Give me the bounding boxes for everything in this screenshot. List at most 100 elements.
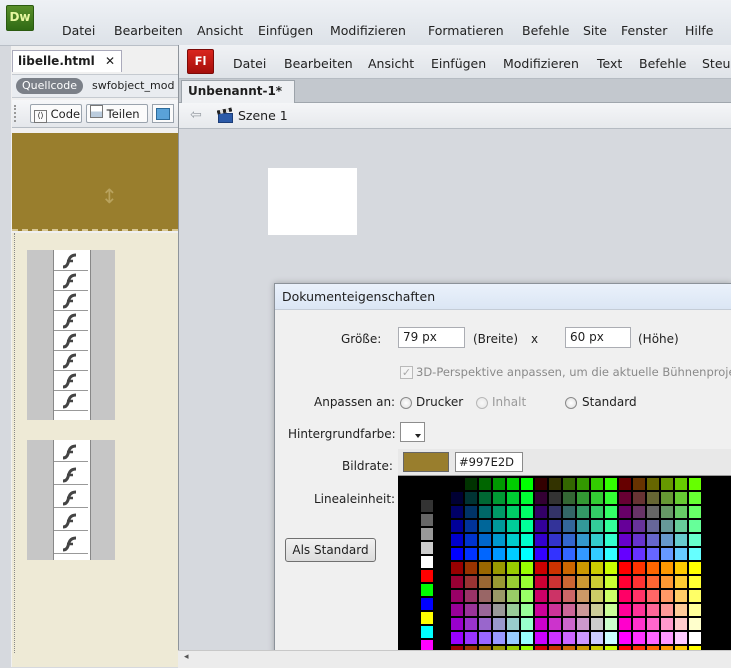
- swatch-cell[interactable]: [420, 569, 434, 583]
- flash-placeholder-icon[interactable]: [54, 489, 88, 508]
- swatch-cell[interactable]: [660, 505, 674, 519]
- swatch-cell[interactable]: [420, 611, 434, 625]
- swatch-cell[interactable]: [464, 505, 478, 519]
- dw-document-tab[interactable]: libelle.html ✕: [12, 50, 122, 72]
- swatch-cell[interactable]: [450, 519, 464, 533]
- swatch-cell[interactable]: [548, 533, 562, 547]
- swatch-cell[interactable]: [506, 589, 520, 603]
- swatch-cell[interactable]: [450, 631, 464, 645]
- swatch-cell[interactable]: [492, 603, 506, 617]
- swatch-cell[interactable]: [534, 519, 548, 533]
- swatch-cell[interactable]: [674, 533, 688, 547]
- swatch-cell[interactable]: [576, 491, 590, 505]
- swatch-cell[interactable]: [562, 631, 576, 645]
- swatch-cell[interactable]: [604, 477, 618, 491]
- flash-placeholder-icon[interactable]: [54, 272, 88, 291]
- swatch-cell[interactable]: [618, 533, 632, 547]
- fl-menu-bearbeiten[interactable]: Bearbeiten: [284, 56, 353, 71]
- swatch-cell[interactable]: [604, 603, 618, 617]
- swatch-cell[interactable]: [506, 477, 520, 491]
- swatch-cell[interactable]: [646, 561, 660, 575]
- swatch-cell[interactable]: [618, 561, 632, 575]
- dw-menu-fenster[interactable]: Fenster: [621, 23, 667, 38]
- swatch-cell[interactable]: [548, 547, 562, 561]
- swatch-cell[interactable]: [674, 575, 688, 589]
- swatch-cell[interactable]: [688, 603, 702, 617]
- swatch-cell[interactable]: [576, 477, 590, 491]
- swatch-cell[interactable]: [590, 477, 604, 491]
- swatch-cell[interactable]: [632, 477, 646, 491]
- swatch-cell[interactable]: [688, 519, 702, 533]
- swatch-cell[interactable]: [464, 617, 478, 631]
- swatch-cell[interactable]: [450, 547, 464, 561]
- swatch-cell[interactable]: [688, 477, 702, 491]
- swatch-cell[interactable]: [674, 617, 688, 631]
- swatch-cell[interactable]: [646, 519, 660, 533]
- split-view-button[interactable]: Teilen: [86, 104, 148, 123]
- flash-placeholder-icon[interactable]: [54, 332, 88, 351]
- swatch-cell[interactable]: [520, 519, 534, 533]
- swatch-cell[interactable]: [450, 603, 464, 617]
- swatch-cell[interactable]: [548, 477, 562, 491]
- swatch-cell[interactable]: [506, 631, 520, 645]
- swatch-cell[interactable]: [520, 589, 534, 603]
- swatch-cell[interactable]: [492, 575, 506, 589]
- swatch-cell[interactable]: [548, 491, 562, 505]
- swatch-cell[interactable]: [506, 617, 520, 631]
- flash-placeholder-icon[interactable]: [54, 535, 88, 554]
- swatch-cell[interactable]: [520, 491, 534, 505]
- swatch-cell[interactable]: [604, 491, 618, 505]
- swatch-cell[interactable]: [548, 603, 562, 617]
- swatch-cell[interactable]: [548, 631, 562, 645]
- flash-placeholder-icon[interactable]: [54, 443, 88, 462]
- swatch-cell[interactable]: [520, 603, 534, 617]
- swatch-cell[interactable]: [674, 519, 688, 533]
- swatch-cell[interactable]: [492, 589, 506, 603]
- code-view-button[interactable]: ⟨⟩ Code: [30, 104, 82, 123]
- swatch-cell[interactable]: [402, 513, 416, 527]
- swatch-cell[interactable]: [534, 603, 548, 617]
- swatch-cell[interactable]: [548, 617, 562, 631]
- swatch-cell[interactable]: [464, 477, 478, 491]
- fl-menu-datei[interactable]: Datei: [233, 56, 266, 71]
- swatch-cell[interactable]: [562, 617, 576, 631]
- swatch-cell[interactable]: [590, 505, 604, 519]
- swatch-cell[interactable]: [688, 547, 702, 561]
- swatch-cell[interactable]: [450, 477, 464, 491]
- swatch-cell[interactable]: [492, 491, 506, 505]
- swatch-cell[interactable]: [402, 527, 416, 541]
- swatch-cell[interactable]: [604, 519, 618, 533]
- swatch-cell[interactable]: [420, 597, 434, 611]
- swatch-cell[interactable]: [534, 575, 548, 589]
- swatch-cell[interactable]: [618, 603, 632, 617]
- swatch-cell[interactable]: [660, 617, 674, 631]
- swatch-cell[interactable]: [576, 547, 590, 561]
- swatch-cell[interactable]: [632, 491, 646, 505]
- swatch-cell[interactable]: [450, 589, 464, 603]
- swatch-cell[interactable]: [576, 589, 590, 603]
- swatch-cell[interactable]: [402, 541, 416, 555]
- swatch-cell[interactable]: [576, 533, 590, 547]
- swatch-cell[interactable]: [688, 533, 702, 547]
- swatch-cell[interactable]: [534, 477, 548, 491]
- swatch-cell[interactable]: [492, 561, 506, 575]
- swatch-cell[interactable]: [618, 631, 632, 645]
- swatch-cell[interactable]: [674, 561, 688, 575]
- swatch-cell[interactable]: [576, 561, 590, 575]
- radio-drucker-label[interactable]: Drucker: [416, 395, 463, 409]
- swatch-cell[interactable]: [618, 575, 632, 589]
- fl-menu-text[interactable]: Text: [597, 56, 622, 71]
- swatch-cell[interactable]: [646, 491, 660, 505]
- swatch-cell[interactable]: [590, 575, 604, 589]
- swatch-cell[interactable]: [464, 547, 478, 561]
- swatch-cell[interactable]: [660, 603, 674, 617]
- swatch-cell[interactable]: [562, 505, 576, 519]
- swatch-cell[interactable]: [520, 547, 534, 561]
- swatch-cell[interactable]: [506, 603, 520, 617]
- dw-menu-befehle[interactable]: Befehle: [522, 23, 569, 38]
- swatch-cell[interactable]: [402, 555, 416, 569]
- swatch-cell[interactable]: [590, 631, 604, 645]
- swatch-cell[interactable]: [562, 477, 576, 491]
- bgcolor-swatch-button[interactable]: [400, 422, 425, 442]
- swatch-cell[interactable]: [506, 533, 520, 547]
